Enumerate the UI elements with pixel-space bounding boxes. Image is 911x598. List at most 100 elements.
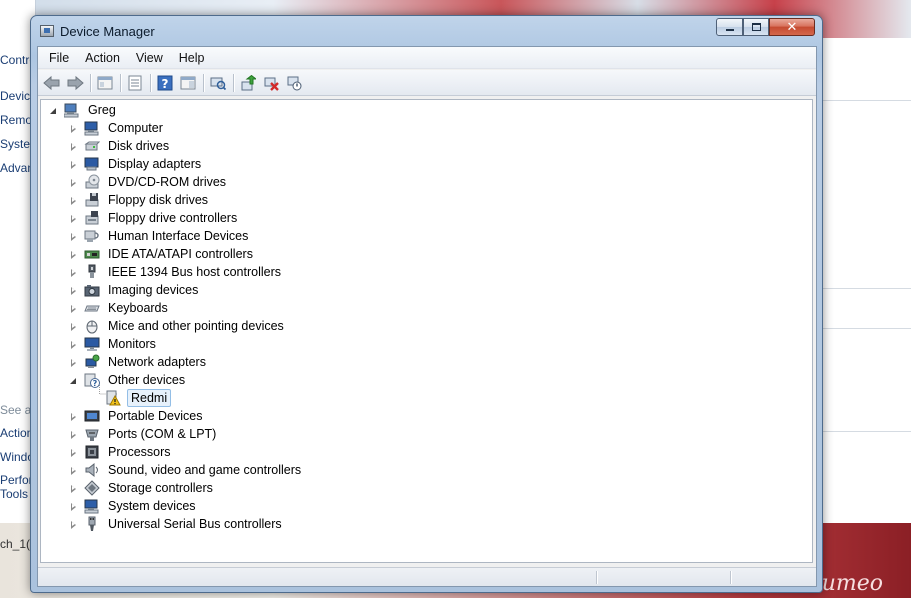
expand-arrow-icon[interactable] — [69, 268, 78, 277]
expand-arrow-icon[interactable] — [69, 484, 78, 493]
toolbar-separator — [150, 73, 151, 92]
device-manager-app-icon — [40, 25, 54, 37]
device-category-row[interactable]: Network adapters — [69, 353, 208, 371]
keyboard-icon — [84, 300, 100, 316]
bg-label-action[interactable]: Action — [0, 426, 33, 440]
device-category-label: Ports (COM & LPT) — [108, 427, 217, 441]
expand-arrow-icon[interactable] — [69, 412, 78, 421]
device-category-row[interactable]: ? Other devices — [69, 371, 187, 389]
device-tree[interactable]: Greg Computer Disk drives Display adapters… — [40, 99, 813, 563]
device-category-label: Display adapters — [108, 157, 202, 171]
device-category-row[interactable]: Monitors — [69, 335, 158, 353]
portable-device-icon — [84, 408, 100, 424]
menu-file[interactable]: File — [41, 49, 77, 67]
bg-label-windows[interactable]: Windo — [0, 450, 34, 464]
expand-arrow-icon[interactable] — [69, 250, 78, 259]
device-category-row[interactable]: Human Interface Devices — [69, 227, 250, 245]
device-category-row[interactable]: Processors — [69, 443, 173, 461]
disable-button[interactable] — [284, 73, 304, 93]
expand-arrow-icon[interactable] — [69, 232, 78, 241]
device-category-row[interactable]: IDE ATA/ATAPI controllers — [69, 245, 255, 263]
menu-view[interactable]: View — [128, 49, 171, 67]
scan-hardware-icon — [210, 77, 226, 90]
expand-arrow-icon[interactable] — [69, 448, 78, 457]
menu-help[interactable]: Help — [171, 49, 213, 67]
update-driver-icon — [241, 74, 256, 90]
bg-label-advanced[interactable]: Advan — [0, 161, 34, 175]
expand-arrow-icon[interactable] — [69, 196, 78, 205]
properties-button[interactable] — [125, 73, 145, 93]
expand-arrow-icon[interactable] — [69, 430, 78, 439]
display-adapter-icon — [84, 156, 100, 172]
usb-icon — [84, 516, 100, 532]
expand-arrow-icon[interactable] — [69, 142, 78, 151]
device-category-label: Computer — [108, 121, 163, 135]
device-category-row[interactable]: Keyboards — [69, 299, 170, 317]
title-bar[interactable]: Device Manager ✕ — [31, 16, 822, 46]
expand-arrow-icon[interactable] — [69, 178, 78, 187]
bg-label-tools[interactable]: Tools — [0, 487, 28, 501]
device-category-label: Monitors — [108, 337, 156, 351]
collapse-arrow-icon[interactable] — [69, 376, 78, 385]
device-category-row[interactable]: Storage controllers — [69, 479, 215, 497]
scan-hardware-button[interactable] — [208, 73, 228, 93]
action-pane-button[interactable] — [178, 73, 198, 93]
device-category-row[interactable]: Display adapters — [69, 155, 203, 173]
collapse-arrow-icon[interactable] — [49, 106, 58, 115]
expand-arrow-icon[interactable] — [69, 286, 78, 295]
device-category-label: Processors — [108, 445, 171, 459]
properties-icon — [128, 75, 142, 90]
bg-label-performance[interactable]: Perfor — [0, 473, 33, 487]
back-button[interactable] — [42, 73, 62, 93]
tree-root[interactable]: Greg — [49, 101, 118, 119]
action-pane-icon — [180, 76, 196, 89]
svg-text:?: ? — [93, 379, 98, 388]
expand-arrow-icon[interactable] — [69, 214, 78, 223]
maximize-button[interactable] — [743, 18, 769, 36]
toolbar-separator — [203, 73, 204, 92]
device-category-label: Disk drives — [108, 139, 170, 153]
speaker-icon — [84, 462, 100, 478]
device-category-row[interactable]: Mice and other pointing devices — [69, 317, 286, 335]
warning-device-icon — [105, 390, 121, 406]
camera-icon — [84, 282, 100, 298]
forward-button[interactable] — [65, 73, 85, 93]
show-hide-tree-button[interactable] — [95, 73, 115, 93]
help-button[interactable]: ? — [155, 73, 175, 93]
device-category-row[interactable]: Sound, video and game controllers — [69, 461, 303, 479]
close-icon: ✕ — [786, 19, 798, 34]
expand-arrow-icon[interactable] — [69, 124, 78, 133]
device-category-row[interactable]: Ports (COM & LPT) — [69, 425, 218, 443]
device-category-row[interactable]: DVD/CD-ROM drives — [69, 173, 228, 191]
update-driver-button[interactable] — [238, 73, 258, 93]
uninstall-button[interactable] — [261, 73, 281, 93]
menu-action[interactable]: Action — [77, 49, 128, 67]
device-category-row[interactable]: System devices — [69, 497, 198, 515]
expand-arrow-icon[interactable] — [69, 520, 78, 529]
expand-arrow-icon[interactable] — [69, 466, 78, 475]
device-row[interactable]: Redmi — [89, 389, 172, 407]
device-category-row[interactable]: Imaging devices — [69, 281, 200, 299]
device-category-label: Floppy disk drives — [108, 193, 209, 207]
expand-arrow-icon[interactable] — [69, 502, 78, 511]
device-category-row[interactable]: Universal Serial Bus controllers — [69, 515, 284, 533]
device-category-row[interactable]: Floppy drive controllers — [69, 209, 239, 227]
expand-arrow-icon[interactable] — [69, 358, 78, 367]
disable-icon — [287, 76, 302, 90]
expand-arrow-icon[interactable] — [69, 322, 78, 331]
device-category-row[interactable]: IEEE 1394 Bus host controllers — [69, 263, 283, 281]
device-category-row[interactable]: Disk drives — [69, 137, 171, 155]
device-category-row[interactable]: Floppy disk drives — [69, 191, 210, 209]
floppy-disk-icon — [84, 192, 100, 208]
device-category-row[interactable]: Portable Devices — [69, 407, 205, 425]
device-category-row[interactable]: Computer — [69, 119, 165, 137]
device-category-label: IEEE 1394 Bus host controllers — [108, 265, 282, 279]
expand-arrow-icon[interactable] — [69, 340, 78, 349]
close-button[interactable]: ✕ — [769, 18, 815, 36]
expand-arrow-icon[interactable] — [69, 304, 78, 313]
help-icon: ? — [157, 75, 173, 91]
expand-arrow-icon[interactable] — [69, 160, 78, 169]
minimize-button[interactable] — [716, 18, 743, 36]
device-category-label: Portable Devices — [108, 409, 203, 423]
bg-label-system[interactable]: Syster — [0, 137, 34, 151]
